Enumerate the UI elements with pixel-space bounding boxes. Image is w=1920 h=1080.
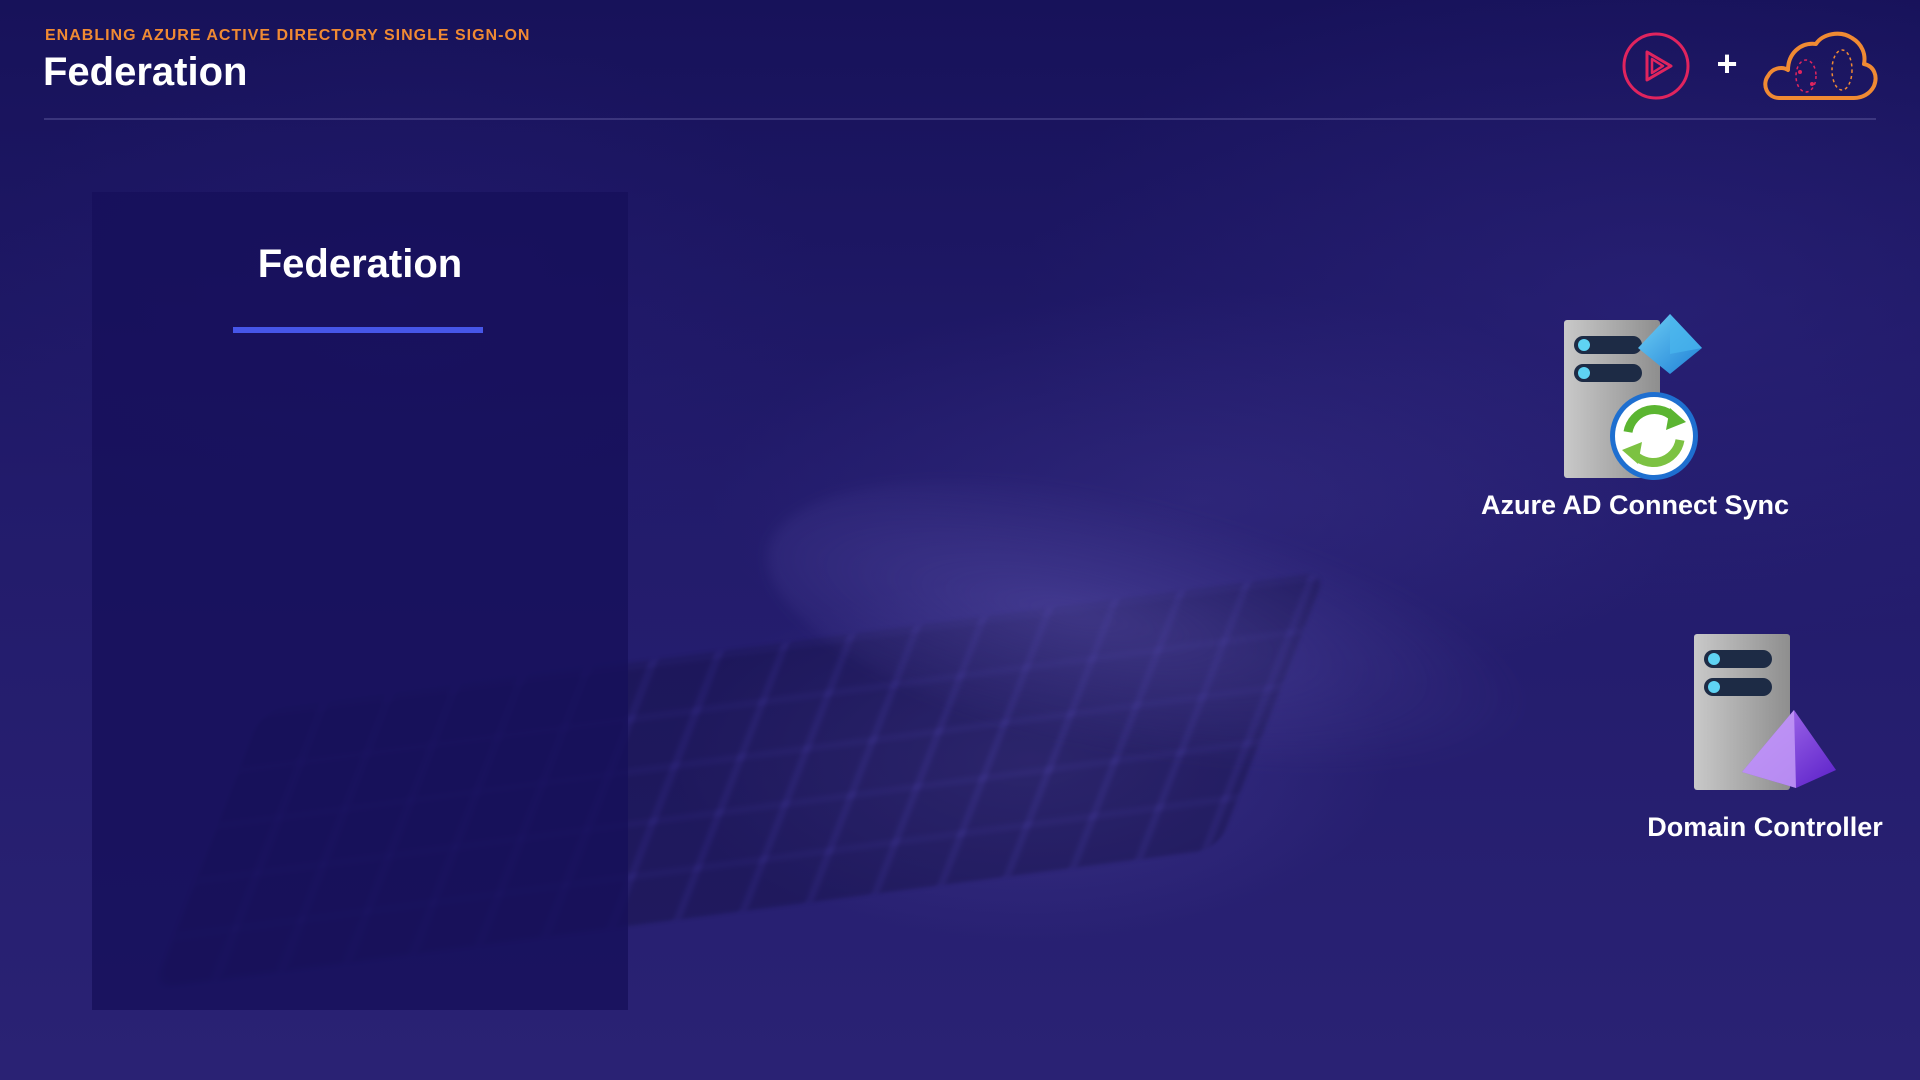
course-subtitle: ENABLING AZURE ACTIVE DIRECTORY SINGLE S… bbox=[45, 27, 531, 44]
plus-separator: + bbox=[1716, 43, 1738, 84]
node-label-azure-ad-connect-sync: Azure AD Connect Sync bbox=[1480, 490, 1790, 520]
panel-title: Federation bbox=[257, 242, 463, 286]
azure-ad-connect-sync-icon bbox=[1564, 314, 1702, 480]
domain-controller-icon bbox=[1694, 634, 1836, 790]
play-logo-icon bbox=[1622, 32, 1690, 100]
slide-title: Federation bbox=[43, 50, 248, 94]
panel-title-underline bbox=[233, 327, 483, 333]
cloud-logo-icon bbox=[1763, 31, 1878, 100]
header-divider bbox=[44, 118, 1876, 120]
topic-panel: Federation bbox=[92, 192, 628, 1010]
node-label-domain-controller: Domain Controller bbox=[1647, 812, 1883, 842]
